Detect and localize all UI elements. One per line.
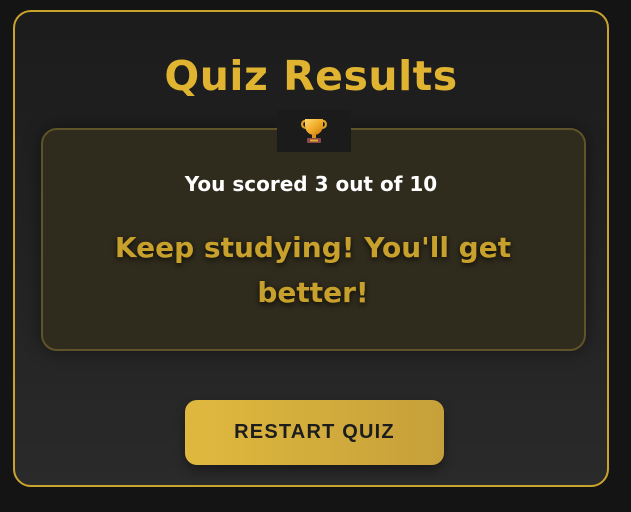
trophy-icon: [301, 119, 327, 143]
score-text: You scored 3 out of 10: [184, 172, 438, 196]
trophy-badge: [277, 110, 351, 152]
page-title: Quiz Results: [164, 52, 458, 100]
quiz-results-card: Quiz Results You scored 3 out of 10 Keep…: [13, 10, 609, 487]
restart-quiz-button[interactable]: RESTART QUIZ: [185, 400, 444, 465]
encouragement-message: Keep studying! You'll get better!: [114, 231, 512, 309]
